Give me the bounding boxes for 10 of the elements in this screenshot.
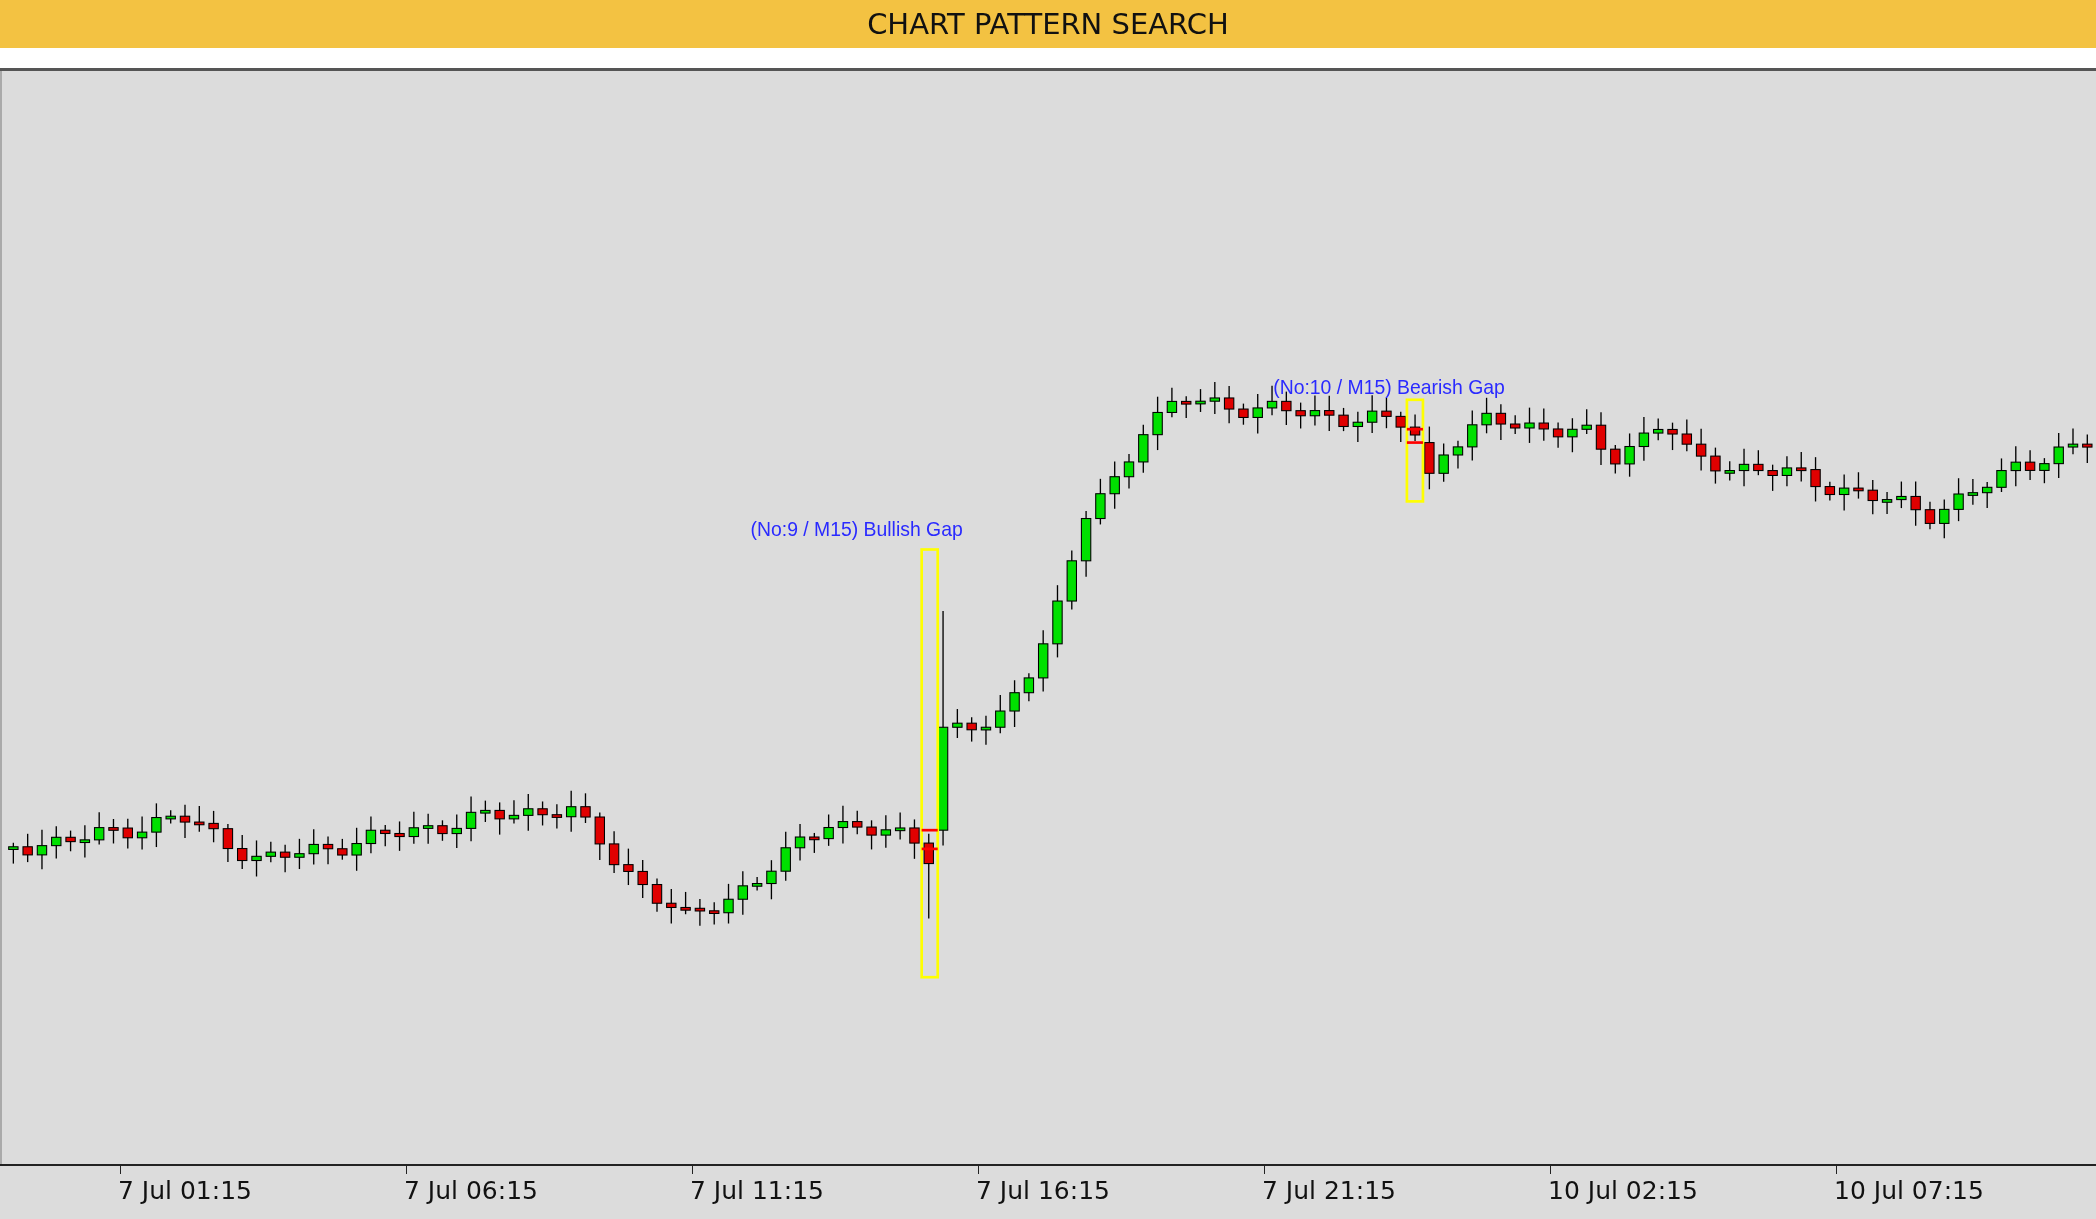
time-axis-label: 7 Jul 01:15 [118,1176,252,1205]
time-axis-label: 10 Jul 02:15 [1548,1176,1698,1205]
time-axis-label: 7 Jul 11:15 [690,1176,824,1205]
time-axis-label: 7 Jul 16:15 [976,1176,1110,1205]
pattern-label: (No:10 / M15) Bearish Gap [1273,376,1505,399]
time-axis-label: 7 Jul 21:15 [1262,1176,1396,1205]
pattern-label: (No:9 / M15) Bullish Gap [750,518,963,541]
time-axis-label: 7 Jul 06:15 [404,1176,538,1205]
time-axis-label: 10 Jul 07:15 [1834,1176,1984,1205]
header-title: CHART PATTERN SEARCH [867,7,1229,41]
